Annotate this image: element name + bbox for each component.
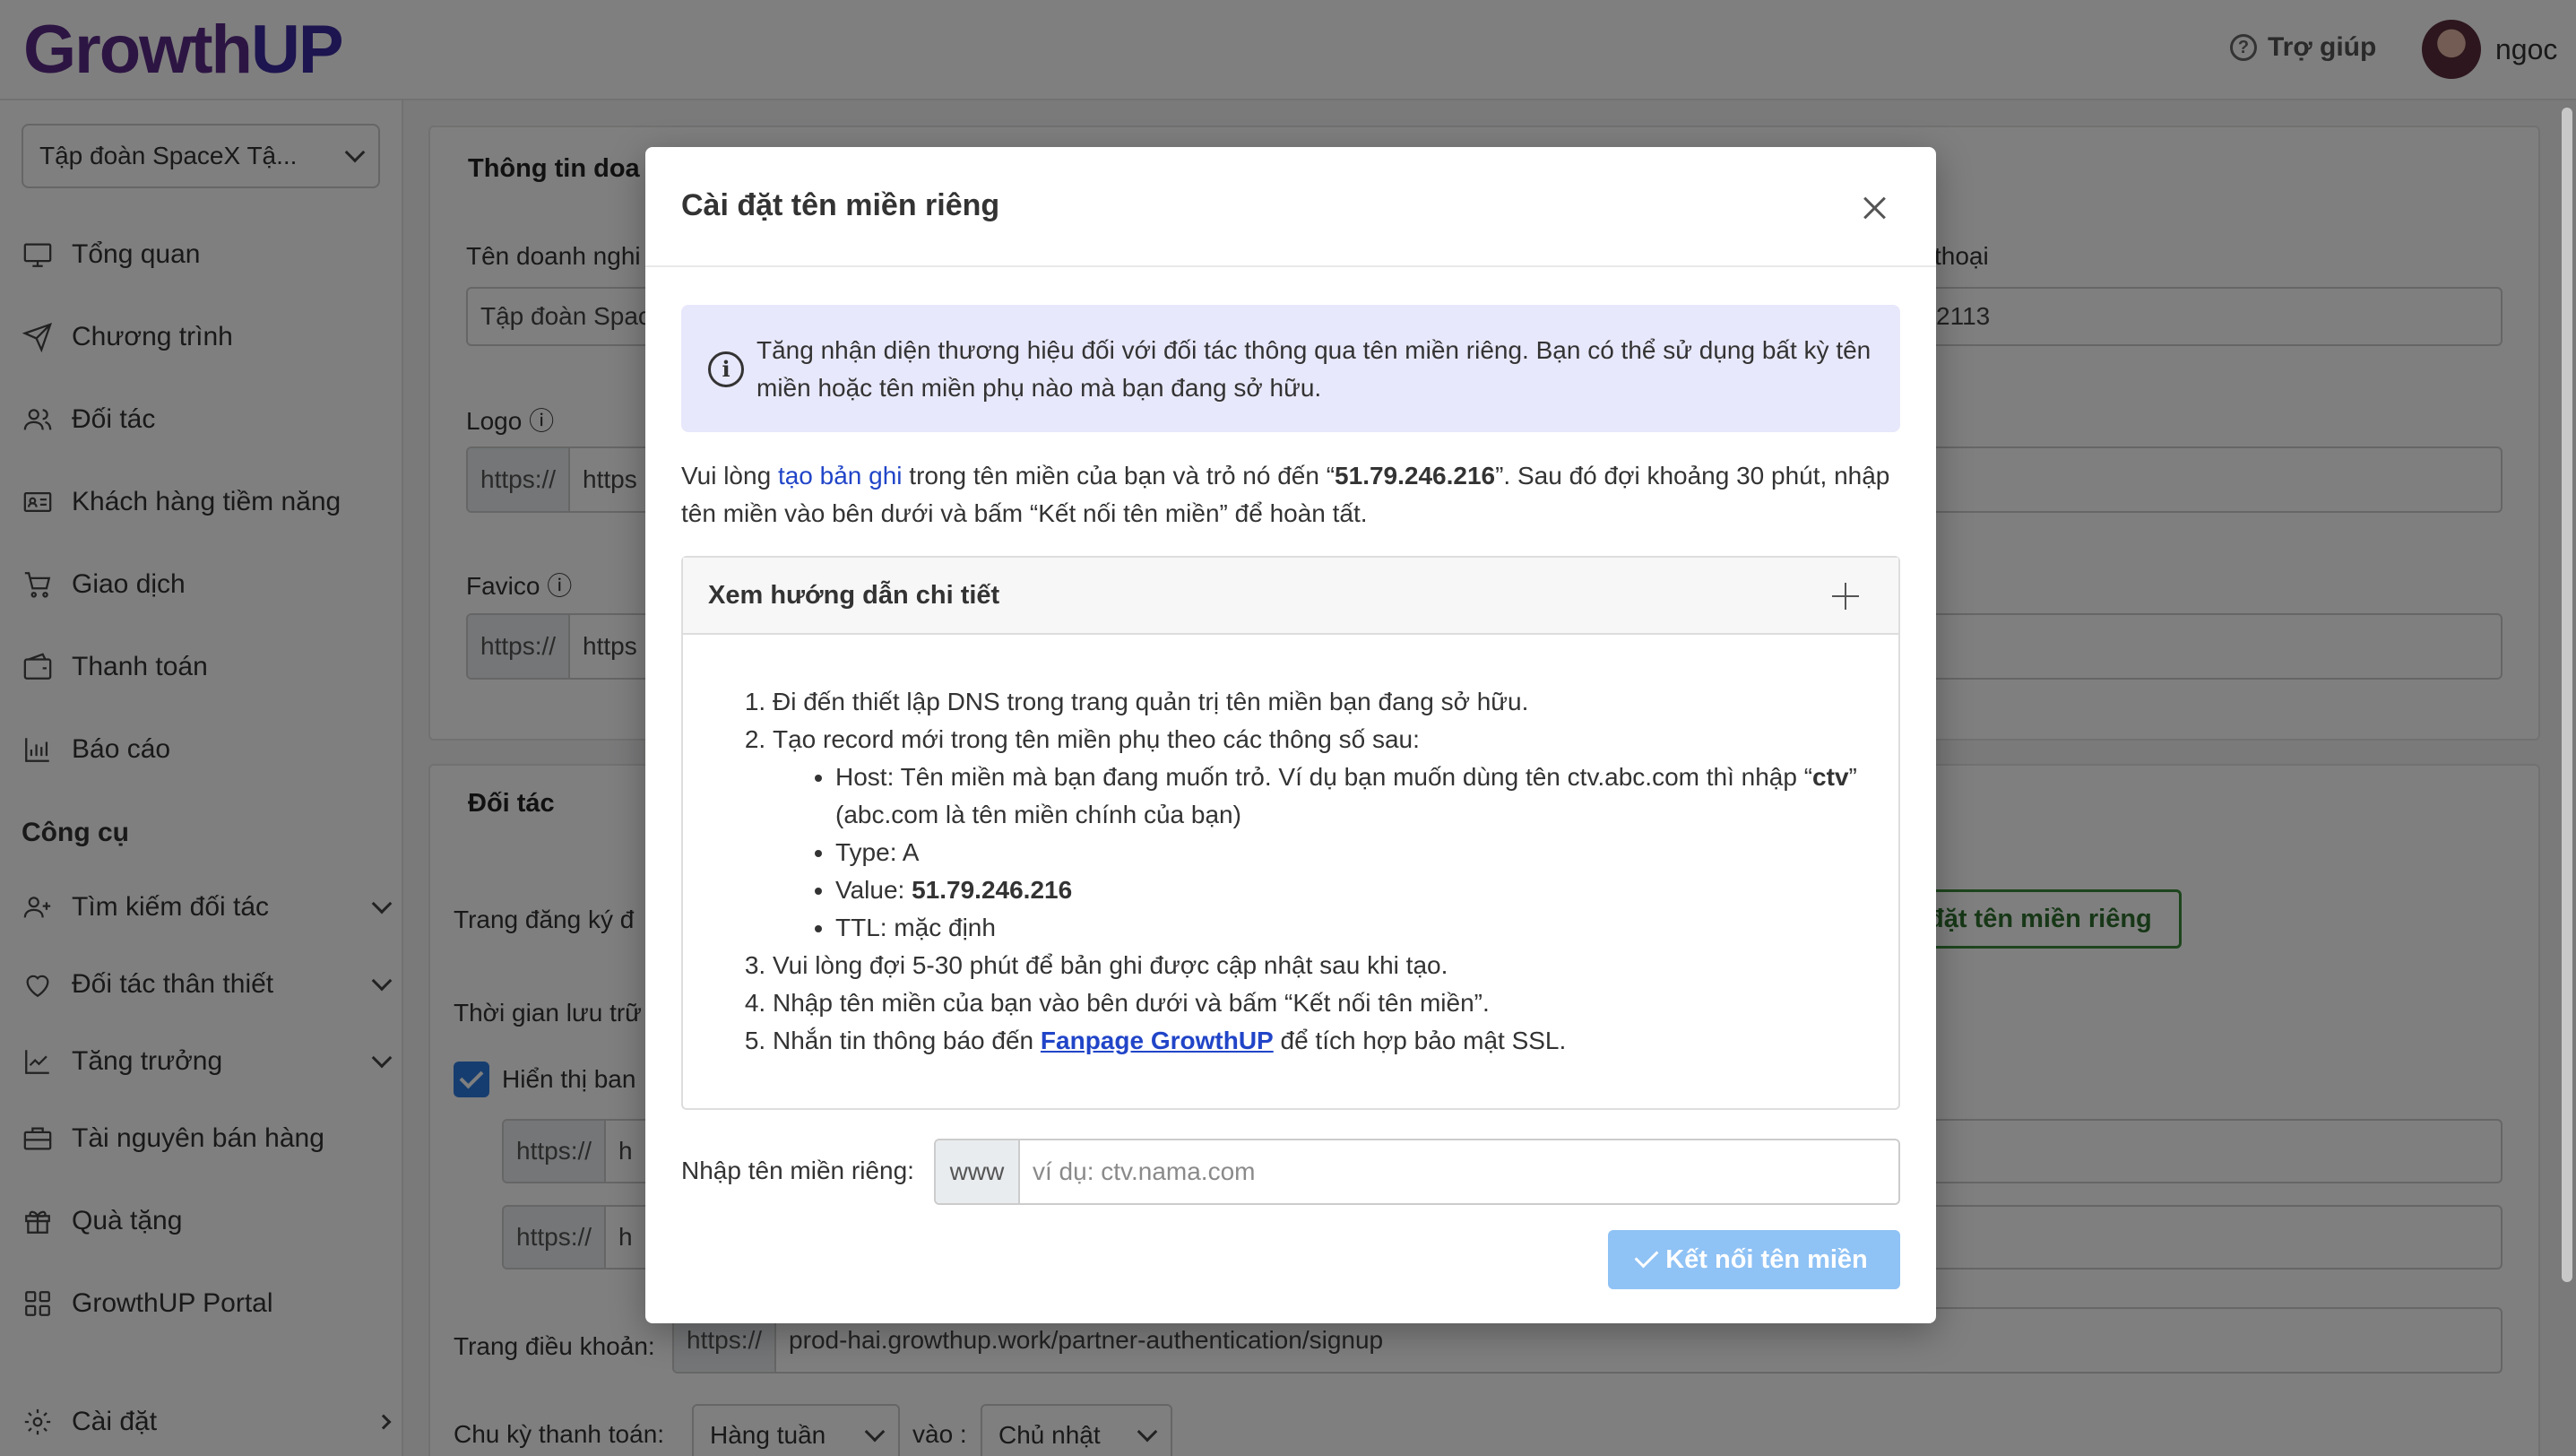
intro-part: Vui lòng	[681, 462, 778, 490]
fanpage-link[interactable]: Fanpage GrowthUP	[1041, 1027, 1274, 1054]
ttl-text: TTL: mặc định	[835, 914, 996, 941]
host-text: Host: Tên miền mà bạn đang muốn trỏ. Ví …	[835, 763, 1813, 791]
connect-domain-button[interactable]: Kết nối tên miền	[1608, 1230, 1900, 1289]
step-text: Đi đến thiết lập DNS trong trang quản tr…	[773, 688, 1529, 715]
step-text: Nhập tên miền của bạn vào bên dưới và bấ…	[773, 989, 1490, 1017]
value-label: Value:	[835, 876, 912, 904]
button-label: Kết nối tên miền	[1665, 1244, 1868, 1274]
close-icon[interactable]	[1859, 192, 1891, 224]
step-item: Nhập tên miền của bạn vào bên dưới và bấ…	[773, 984, 1863, 1022]
sub-step-item: Host: Tên miền mà bạn đang muốn trỏ. Ví …	[835, 758, 1863, 834]
step-text: để tích hợp bảo mật SSL.	[1273, 1027, 1567, 1054]
info-text: Tăng nhận diện thương hiệu đối với đối t…	[756, 336, 1871, 402]
page-scrollbar[interactable]	[2562, 108, 2572, 1282]
www-prefix: www	[936, 1140, 1020, 1203]
info-alert: i Tăng nhận diện thương hiệu đối với đối…	[681, 305, 1900, 432]
intro-part: trong tên miền của bạn và trỏ nó đến “	[902, 462, 1336, 490]
guide-steps: Đi đến thiết lập DNS trong trang quản tr…	[733, 683, 1863, 1060]
guide-accordion: Xem hướng dẫn chi tiết Đi đến thiết lập …	[681, 556, 1900, 1110]
instructions-text: Vui lòng tạo bản ghi trong tên miền của …	[681, 457, 1909, 533]
check-icon	[1634, 1244, 1659, 1269]
domain-input[interactable]	[1020, 1140, 1898, 1203]
value-ip: 51.79.246.216	[912, 876, 1073, 904]
info-icon: i	[708, 351, 744, 387]
host-example: ctv	[1812, 763, 1849, 791]
domain-input-group: www	[934, 1139, 1900, 1205]
domain-input-row: Nhập tên miền riêng: www	[681, 1139, 1900, 1205]
plus-icon[interactable]	[1832, 583, 1859, 610]
step-item: Vui lòng đợi 5-30 phút để bản ghi được c…	[773, 947, 1863, 984]
sub-step-item: TTL: mặc định	[835, 909, 1863, 947]
guide-title: Xem hướng dẫn chi tiết	[708, 581, 1000, 610]
step-item: Đi đến thiết lập DNS trong trang quản tr…	[773, 683, 1863, 721]
sub-step-item: Value: 51.79.246.216	[835, 871, 1863, 909]
modal-header: Cài đặt tên miền riêng	[645, 147, 1936, 267]
sub-step-item: Type: A	[835, 834, 1863, 871]
ip-address: 51.79.246.216	[1335, 462, 1496, 490]
step-text: Nhắn tin thông báo đến	[773, 1027, 1041, 1054]
step-text: Vui lòng đợi 5-30 phút để bản ghi được c…	[773, 951, 1448, 979]
custom-domain-modal: Cài đặt tên miền riêng i Tăng nhận diện …	[645, 147, 1936, 1323]
step-item: Tạo record mới trong tên miền phụ theo c…	[773, 721, 1863, 947]
step-text: Tạo record mới trong tên miền phụ theo c…	[773, 725, 1420, 753]
type-text: Type: A	[835, 838, 920, 866]
step-item: Nhắn tin thông báo đến Fanpage GrowthUP …	[773, 1022, 1863, 1060]
create-record-link[interactable]: tạo bản ghi	[778, 462, 903, 490]
domain-label: Nhập tên miền riêng:	[681, 1157, 914, 1184]
modal-title: Cài đặt tên miền riêng	[681, 188, 1000, 222]
guide-accordion-header[interactable]: Xem hướng dẫn chi tiết	[683, 558, 1898, 635]
